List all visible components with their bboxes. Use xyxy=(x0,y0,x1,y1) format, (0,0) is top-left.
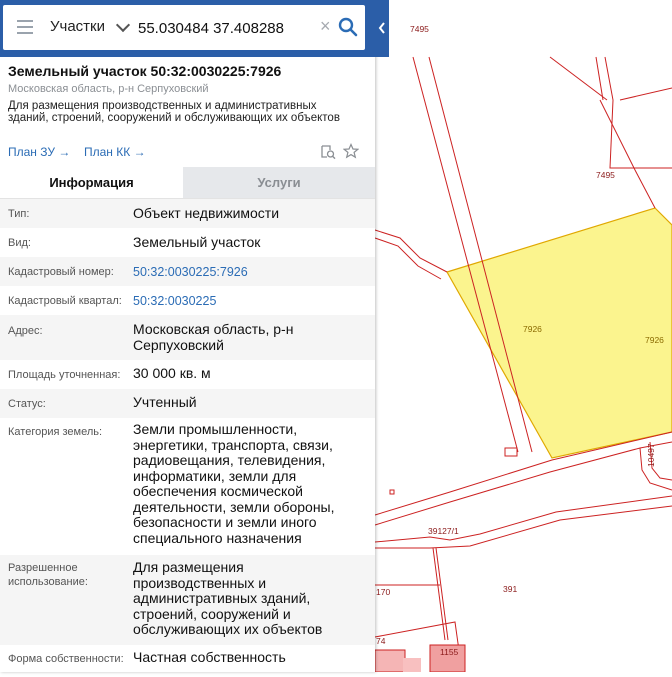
info-row-address: Адрес: Московская область, р-н Серпуховс… xyxy=(0,315,375,360)
row-value: Для размещения производственных и админи… xyxy=(133,559,323,637)
arrow-right-icon: → xyxy=(58,145,71,159)
search-mode-select[interactable]: Участки xyxy=(50,18,105,35)
plan-zu-link[interactable]: План ЗУ → xyxy=(8,145,70,159)
info-row-status: Статус: Учтенный xyxy=(0,389,375,418)
map-label-7495: 7495 xyxy=(596,170,615,180)
cadastral-quarter-link[interactable]: 50:32:0030225 xyxy=(133,294,368,310)
info-row-permitted-use: Разрешенное использование: Для размещени… xyxy=(0,555,375,645)
search-box: Участки × xyxy=(3,5,365,50)
map-label-391: 391 xyxy=(503,584,517,594)
info-row-kind: Вид: Земельный участок xyxy=(0,228,375,257)
row-value: Московская область, р-н Серпуховский xyxy=(133,321,294,353)
map-label-10497: 10497 xyxy=(646,443,656,467)
row-label: Тип: xyxy=(8,208,30,220)
collapse-panel-button[interactable] xyxy=(375,0,389,57)
row-label: Форма собственности: xyxy=(8,653,124,665)
tab-info[interactable]: Информация xyxy=(0,167,183,198)
map-label-7926: 7926 xyxy=(523,324,542,334)
row-label: Адрес: xyxy=(8,325,43,337)
info-row-cadastral-quarter: Кадастровый квартал: 50:32:0030225 xyxy=(0,286,375,315)
info-row-area: Площадь уточненная: 30 000 кв. м xyxy=(0,360,375,389)
parcel-region: Московская область, р-н Серпуховский xyxy=(8,83,209,95)
row-label: Кадастровый номер: xyxy=(8,266,114,278)
row-label: Категория земель: xyxy=(8,426,103,438)
row-label: Разрешенное использование: xyxy=(8,562,88,588)
row-label: Вид: xyxy=(8,237,31,249)
parcel-description: Для размещения производственных и админи… xyxy=(8,100,340,124)
row-value: Земельный участок xyxy=(133,234,261,250)
map-label-39127: 39127/1 xyxy=(428,526,459,536)
map-label-170: 170 xyxy=(376,587,390,597)
search-icon[interactable] xyxy=(337,16,359,38)
search-bar: Участки × xyxy=(0,0,375,57)
clear-icon[interactable]: × xyxy=(320,16,331,36)
row-value: Объект недвижимости xyxy=(133,205,280,221)
building-small-2 xyxy=(403,658,421,672)
document-search-icon[interactable] xyxy=(320,144,336,160)
building-small xyxy=(374,649,406,673)
info-row-ownership: Форма собственности: Частная собственнос… xyxy=(0,645,375,672)
arrow-right-icon: → xyxy=(133,145,146,159)
plan-kk-link[interactable]: План КК → xyxy=(84,145,146,159)
chevron-down-icon[interactable] xyxy=(115,17,131,33)
star-icon[interactable] xyxy=(343,143,359,159)
map-label-1155: 1155 xyxy=(440,647,459,657)
map-label-7926: 7926 xyxy=(645,335,664,345)
row-label: Статус: xyxy=(8,398,46,410)
info-row-cadastral-number: Кадастровый номер: 50:32:0030225:7926 xyxy=(0,257,375,286)
info-row-land-category: Категория земель: Земли промышленности, … xyxy=(0,418,375,555)
plan-kk-label: План КК xyxy=(84,145,131,159)
row-value: Частная собственность xyxy=(133,649,286,665)
row-value: Земли промышленности, энергетики, трансп… xyxy=(133,421,335,546)
info-row-type: Тип: Объект недвижимости xyxy=(0,199,375,228)
tab-services[interactable]: Услуги xyxy=(183,167,375,198)
info-panel: Участки × Земельный участок 50:32:003022… xyxy=(0,0,375,672)
map-label-74: 74 xyxy=(376,636,386,646)
row-label: Кадастровый квартал: xyxy=(8,295,122,307)
tabs: Информация Услуги xyxy=(0,167,375,199)
menu-icon[interactable] xyxy=(17,20,33,34)
row-value: Учтенный xyxy=(133,394,197,410)
cadastral-number-link[interactable]: 50:32:0030225:7926 xyxy=(133,265,368,281)
map-label-7495: 7495 xyxy=(410,24,429,34)
search-input[interactable] xyxy=(138,16,313,40)
parcel-title: Земельный участок 50:32:0030225:7926 xyxy=(8,63,282,79)
row-label: Площадь уточненная: xyxy=(8,369,121,381)
chevron-left-icon xyxy=(378,22,385,34)
plan-zu-label: План ЗУ xyxy=(8,145,55,159)
row-value: 30 000 кв. м xyxy=(133,365,211,381)
